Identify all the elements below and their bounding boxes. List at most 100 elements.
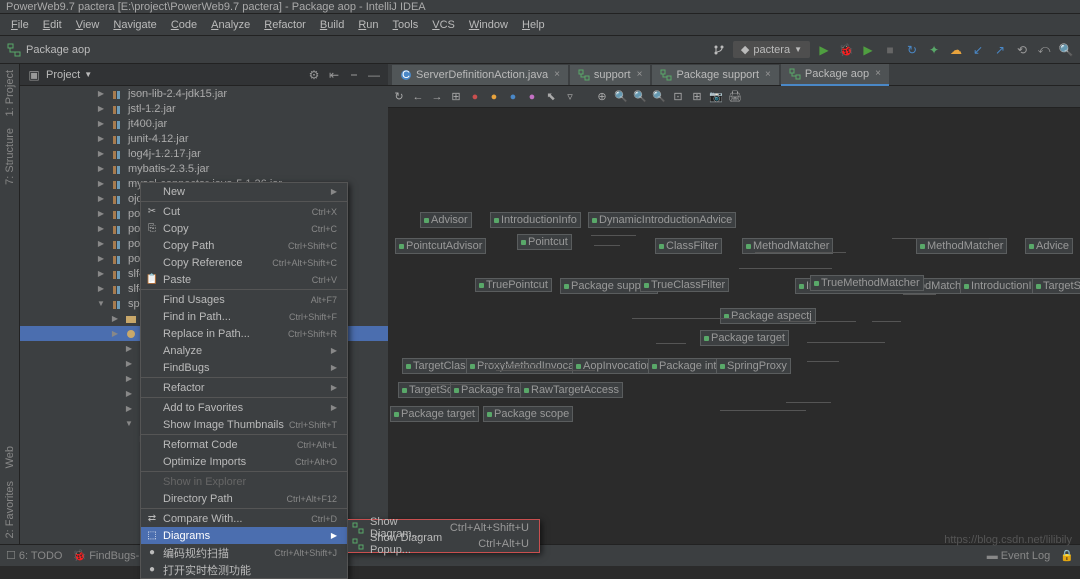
menu-item[interactable]: Find UsagesAlt+F7: [141, 291, 347, 308]
tree-arrow-icon[interactable]: ▶: [96, 104, 106, 113]
menu-vcs[interactable]: VCS: [425, 19, 462, 31]
debug-icon[interactable]: 🐞: [838, 42, 854, 58]
menu-build[interactable]: Build: [313, 19, 351, 31]
undo-icon[interactable]: ←: [411, 90, 425, 104]
share-icon[interactable]: ✦: [926, 42, 942, 58]
m-icon[interactable]: ●: [525, 90, 539, 104]
history-icon[interactable]: ⟲: [1014, 42, 1030, 58]
tool-icon[interactable]: ⎯: [346, 67, 362, 83]
git-branch-selector[interactable]: ◆ pactera ▼: [733, 41, 810, 58]
run-coverage-icon[interactable]: ▶: [860, 42, 876, 58]
tree-arrow-icon[interactable]: ▶: [124, 344, 134, 353]
tree-arrow-icon[interactable]: ▶: [96, 194, 106, 203]
tree-arrow-icon[interactable]: ▶: [110, 329, 120, 338]
left-tab-structure[interactable]: 7: Structure: [4, 122, 16, 191]
redo-icon[interactable]: →: [430, 90, 444, 104]
menu-item[interactable]: Reformat CodeCtrl+Alt+L: [141, 436, 347, 453]
tree-arrow-icon[interactable]: ▶: [124, 359, 134, 368]
menu-code[interactable]: Code: [164, 19, 204, 31]
menu-help[interactable]: Help: [515, 19, 552, 31]
zoom-in-icon[interactable]: 🔍: [614, 90, 628, 104]
tree-row[interactable]: ▶log4j-1.2.17.jar: [20, 146, 388, 161]
diagram-node[interactable]: DynamicIntroductionAdvice: [588, 212, 736, 228]
tree-arrow-icon[interactable]: ▶: [124, 374, 134, 383]
diagram-node[interactable]: MethodMatcher: [916, 238, 1007, 254]
menu-item[interactable]: Optimize ImportsCtrl+Alt+O: [141, 453, 347, 470]
event-log-button[interactable]: ▬ Event Log: [987, 550, 1051, 562]
editor-tab[interactable]: CServerDefinitionAction.java×: [392, 65, 568, 85]
git-pull-icon[interactable]: ↙: [970, 42, 986, 58]
menu-item[interactable]: Replace in Path...Ctrl+Shift+R: [141, 325, 347, 342]
refresh-icon[interactable]: ↻: [392, 90, 406, 104]
fit-icon[interactable]: ⊡: [671, 90, 685, 104]
context-menu[interactable]: New▶✂CutCtrl+X⎘CopyCtrl+CCopy PathCtrl+S…: [140, 182, 348, 579]
tree-arrow-icon[interactable]: ▶: [96, 89, 106, 98]
stop-icon[interactable]: ■: [882, 42, 898, 58]
run-icon[interactable]: ▶: [816, 42, 832, 58]
hide-icon[interactable]: —: [366, 67, 382, 83]
diagram-node[interactable]: TrueClassFilter: [640, 278, 729, 292]
tree-row[interactable]: ▶jt400.jar: [20, 116, 388, 131]
menu-item[interactable]: ●打开实时检测功能: [141, 561, 347, 578]
editor-tab[interactable]: Package support×: [652, 65, 778, 85]
menu-item[interactable]: ⬚Diagrams▶: [141, 527, 347, 544]
menu-item[interactable]: ⇄Compare With...Ctrl+D: [141, 510, 347, 527]
chevron-down-icon[interactable]: ▼: [84, 70, 92, 79]
tree-row[interactable]: ▶jstl-1.2.jar: [20, 101, 388, 116]
diagram-node[interactable]: TrueMethodMatcher: [810, 275, 924, 291]
search-icon[interactable]: 🔍: [1058, 42, 1074, 58]
zoom-target-icon[interactable]: ⊕: [595, 90, 609, 104]
tree-arrow-icon[interactable]: ▼: [124, 419, 134, 428]
tree-arrow-icon[interactable]: ▶: [96, 149, 106, 158]
menu-analyze[interactable]: Analyze: [204, 19, 257, 31]
menu-item[interactable]: Copy ReferenceCtrl+Alt+Shift+C: [141, 254, 347, 271]
export-icon[interactable]: 📷: [709, 90, 723, 104]
menu-item[interactable]: ✂CutCtrl+X: [141, 203, 347, 220]
menu-refactor[interactable]: Refactor: [257, 19, 313, 31]
diagram-node[interactable]: Package target: [700, 330, 789, 346]
menu-view[interactable]: View: [69, 19, 107, 31]
submenu-item[interactable]: Show Diagram Popup...Ctrl+Alt+U: [348, 536, 539, 552]
close-icon[interactable]: ×: [875, 68, 881, 79]
menu-item[interactable]: FindBugs▶: [141, 359, 347, 376]
layout-icon[interactable]: ⊞: [449, 90, 463, 104]
menu-item[interactable]: Show Image ThumbnailsCtrl+Shift+T: [141, 416, 347, 433]
diagram-node[interactable]: ClassFilter: [655, 238, 722, 254]
menu-item[interactable]: Directory PathCtrl+Alt+F12: [141, 490, 347, 507]
left-tab-web[interactable]: Web: [4, 440, 16, 474]
menu-item[interactable]: Analyze▶: [141, 342, 347, 359]
tree-arrow-icon[interactable]: ▶: [96, 119, 106, 128]
cloud-icon[interactable]: ☁: [948, 42, 964, 58]
menu-item[interactable]: Copy PathCtrl+Shift+C: [141, 237, 347, 254]
diagram-node[interactable]: Advice: [1025, 238, 1073, 254]
tree-arrow-icon[interactable]: ▶: [96, 254, 106, 263]
menu-navigate[interactable]: Navigate: [106, 19, 163, 31]
print-icon[interactable]: 🖨: [728, 90, 742, 104]
menu-item[interactable]: ●编码规约扫描Ctrl+Alt+Shift+J: [141, 544, 347, 561]
revert-icon[interactable]: ⤺: [1036, 42, 1052, 58]
tree-arrow-icon[interactable]: ▶: [96, 209, 106, 218]
close-icon[interactable]: ×: [765, 69, 771, 80]
diagram-node[interactable]: Package scope: [483, 406, 573, 422]
gear-icon[interactable]: ⚙: [306, 67, 322, 83]
zoom-actual-icon[interactable]: 🔍: [652, 90, 666, 104]
tree-arrow-icon[interactable]: ▶: [96, 269, 106, 278]
menu-item[interactable]: Find in Path...Ctrl+Shift+F: [141, 308, 347, 325]
tree-row[interactable]: ▶mybatis-2.3.5.jar: [20, 161, 388, 176]
tree-arrow-icon[interactable]: ▶: [124, 389, 134, 398]
menu-item[interactable]: 📋PasteCtrl+V: [141, 271, 347, 288]
menu-item[interactable]: ⎘CopyCtrl+C: [141, 220, 347, 237]
diagram-node[interactable]: SpringProxy: [716, 358, 791, 374]
layout-icon2[interactable]: ⊞: [690, 90, 704, 104]
tree-arrow-icon[interactable]: ▶: [96, 164, 106, 173]
i-icon2[interactable]: ●: [487, 90, 501, 104]
i-icon3[interactable]: ●: [506, 90, 520, 104]
lock-icon[interactable]: 🔒: [1060, 549, 1074, 562]
diagram-node[interactable]: IntroductionInfo: [490, 212, 581, 228]
diagram-canvas[interactable]: Advisor IntroductionInfo DynamicIntroducti…: [388, 108, 1080, 544]
tree-row[interactable]: ▶json-lib-2.4-jdk15.jar: [20, 86, 388, 101]
diagram-node[interactable]: TruePointcut: [475, 278, 552, 292]
zoom-out-icon[interactable]: 🔍: [633, 90, 647, 104]
menu-window[interactable]: Window: [462, 19, 515, 31]
diagram-node[interactable]: Advisor: [420, 212, 472, 228]
